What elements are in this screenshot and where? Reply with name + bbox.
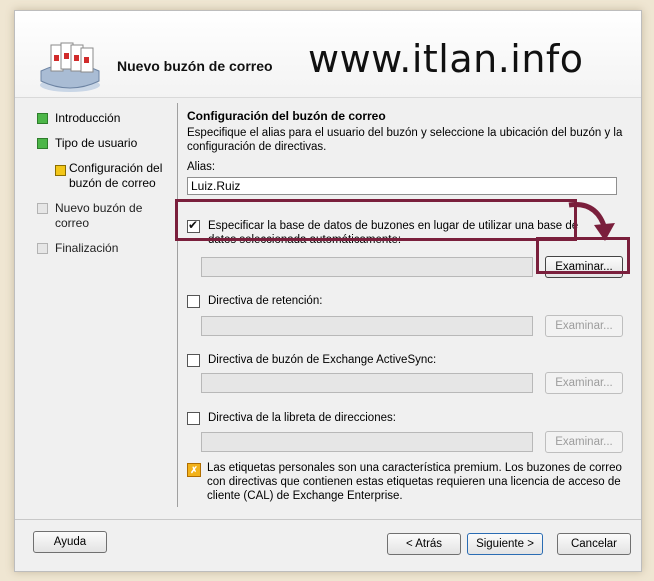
step-tipo-de-usuario: Tipo de usuario bbox=[37, 136, 177, 151]
mailbox-stack-icon bbox=[37, 41, 103, 96]
curved-arrow-icon bbox=[567, 199, 617, 246]
retention-policy-label: Directiva de retención: bbox=[208, 295, 323, 307]
retention-policy-field bbox=[201, 316, 533, 336]
step-pending-icon bbox=[37, 203, 48, 214]
option-address-book-policy[interactable]: Directiva de la libreta de direcciones: bbox=[187, 411, 396, 425]
browse-activesync-button[interactable]: Examinar... bbox=[545, 372, 623, 394]
activesync-policy-checkbox[interactable] bbox=[187, 354, 200, 367]
step-current-icon bbox=[55, 165, 66, 176]
sidebar-divider bbox=[177, 103, 178, 507]
step-pending-icon bbox=[37, 243, 48, 254]
browse-address-book-button[interactable]: Examinar... bbox=[545, 431, 623, 453]
next-button[interactable]: Siguiente > bbox=[467, 533, 543, 555]
premium-note: ✗ Las etiquetas personales son una carac… bbox=[187, 461, 623, 503]
step-complete-icon bbox=[37, 113, 48, 124]
section-description: Especifique el alias para el usuario del… bbox=[187, 127, 623, 153]
highlight-box-option bbox=[175, 199, 577, 241]
step-configuracion: Configuración del buzón de correo bbox=[37, 161, 177, 191]
wizard-window: Nuevo buzón de correo www.itlan.info Int… bbox=[14, 10, 642, 572]
browse-retention-button[interactable]: Examinar... bbox=[545, 315, 623, 337]
section-title: Configuración del buzón de correo bbox=[187, 109, 386, 123]
alias-input[interactable] bbox=[187, 177, 617, 195]
help-button[interactable]: Ayuda bbox=[33, 531, 107, 553]
mailbox-database-field[interactable] bbox=[201, 257, 533, 277]
warning-icon: ✗ bbox=[187, 463, 201, 477]
retention-policy-checkbox[interactable] bbox=[187, 295, 200, 308]
alias-label: Alias: bbox=[187, 161, 216, 173]
premium-note-text: Las etiquetas personales son una caracte… bbox=[207, 462, 622, 502]
step-complete-icon bbox=[37, 138, 48, 149]
step-label: Finalización bbox=[55, 241, 119, 255]
step-label: Tipo de usuario bbox=[55, 136, 138, 150]
cancel-button[interactable]: Cancelar bbox=[557, 533, 631, 555]
back-button[interactable]: < Atrás bbox=[387, 533, 461, 555]
address-book-policy-field bbox=[201, 432, 533, 452]
step-label: Introducción bbox=[55, 111, 121, 125]
wizard-title: Nuevo buzón de correo bbox=[117, 58, 273, 74]
address-book-policy-checkbox[interactable] bbox=[187, 412, 200, 425]
step-label: Configuración del buzón de correo bbox=[69, 161, 163, 190]
activesync-policy-field bbox=[201, 373, 533, 393]
step-nuevo-buzon: Nuevo buzón de correo bbox=[37, 201, 177, 231]
step-finalizacion: Finalización bbox=[37, 241, 177, 256]
step-label: Nuevo buzón de correo bbox=[55, 201, 143, 230]
footer-divider bbox=[15, 519, 641, 520]
option-retention-policy[interactable]: Directiva de retención: bbox=[187, 294, 322, 308]
watermark-text: www.itlan.info bbox=[308, 37, 584, 81]
activesync-policy-label: Directiva de buzón de Exchange ActiveSyn… bbox=[208, 354, 437, 366]
wizard-header: Nuevo buzón de correo www.itlan.info bbox=[15, 11, 641, 98]
step-introduccion: Introducción bbox=[37, 111, 177, 126]
address-book-policy-label: Directiva de la libreta de direcciones: bbox=[208, 412, 396, 424]
main-panel: Configuración del buzón de correo Especi… bbox=[187, 109, 623, 502]
option-activesync-policy[interactable]: Directiva de buzón de Exchange ActiveSyn… bbox=[187, 353, 436, 367]
wizard-steps: Introducción Tipo de usuario Configuraci… bbox=[37, 111, 177, 266]
